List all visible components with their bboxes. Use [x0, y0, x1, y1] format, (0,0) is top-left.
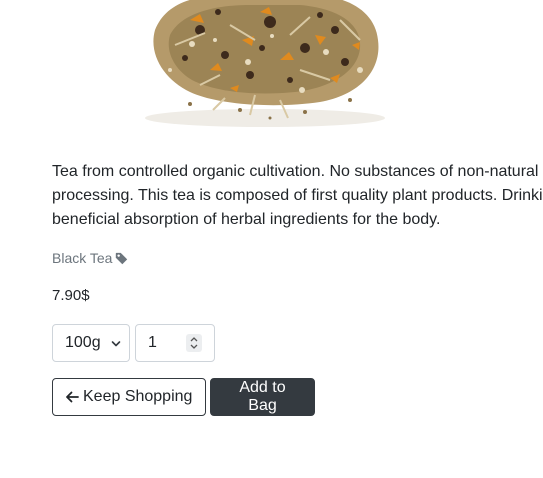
tag-icon [116, 252, 128, 264]
size-select[interactable]: 100g [52, 324, 130, 362]
quantity-stepper[interactable] [186, 334, 202, 352]
description-line: beneficial absorption of herbal ingredie… [52, 211, 441, 228]
product-category[interactable]: Black Tea [52, 250, 128, 266]
quantity-input[interactable]: 1 [135, 324, 215, 362]
add-to-bag-label: Add to Bag [239, 379, 286, 414]
product-page: Tea from controlled organic cultivation.… [0, 0, 543, 478]
product-price: 7.90$ [52, 287, 90, 304]
quantity-value: 1 [148, 334, 157, 351]
size-select-value: 100g [65, 334, 101, 351]
chevron-down-icon [111, 341, 121, 347]
action-buttons: Keep Shopping Add to Bag [52, 378, 315, 416]
keep-shopping-button[interactable]: Keep Shopping [52, 378, 206, 416]
description-line: Tea from controlled organic cultivation.… [52, 163, 539, 180]
category-label: Black Tea [52, 250, 113, 266]
product-description: Tea from controlled organic cultivation.… [52, 160, 543, 232]
spinner-icon [190, 337, 198, 349]
purchase-options: 100g 1 [52, 324, 215, 362]
add-to-bag-button[interactable]: Add to Bag [210, 378, 315, 416]
tea-leaves-image [145, 0, 385, 127]
keep-shopping-label: Keep Shopping [83, 388, 193, 405]
description-line: processing. This tea is composed of firs… [52, 187, 543, 204]
product-image [130, 0, 400, 132]
arrow-left-icon [66, 391, 79, 403]
